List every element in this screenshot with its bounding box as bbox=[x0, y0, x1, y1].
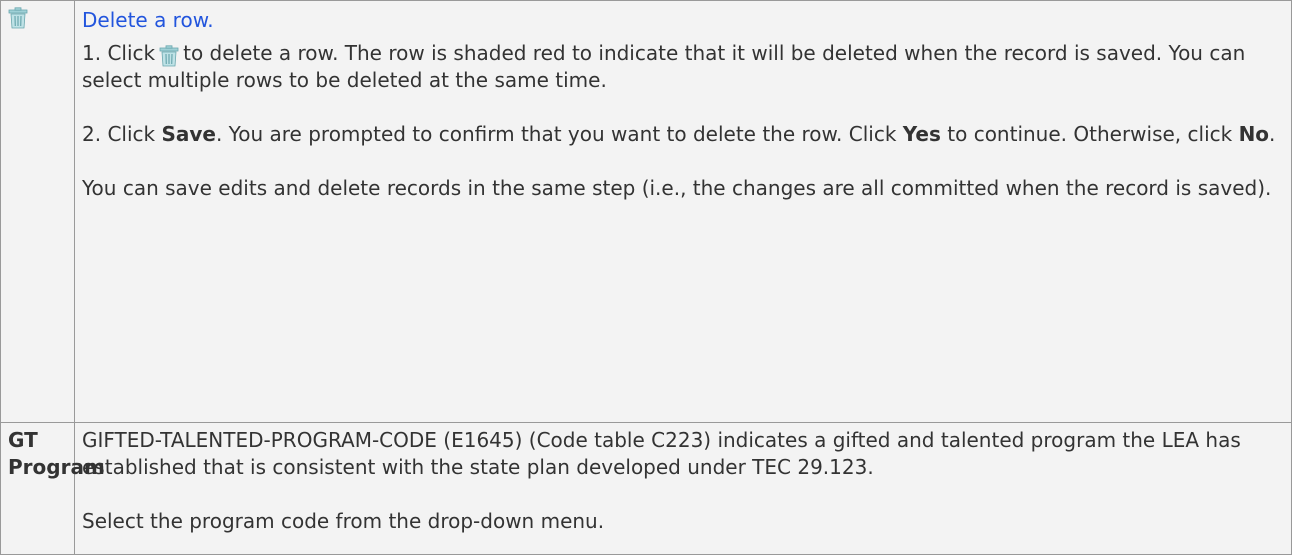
step-1-after: to delete a row. The row is shaded red t… bbox=[82, 41, 1246, 92]
gt-program-note: Select the program code from the drop-do… bbox=[82, 509, 605, 533]
table-row: GT Program GIFTED-TALENTED-PROGRAM-CODE … bbox=[0, 422, 1292, 555]
description-cell: Delete a row. 1. Click to delete a row. … bbox=[74, 0, 1292, 423]
trash-icon bbox=[8, 6, 28, 29]
yes-label: Yes bbox=[902, 122, 941, 146]
delete-note: You can save edits and delete records in… bbox=[82, 176, 1272, 200]
no-label: No bbox=[1238, 122, 1270, 146]
delete-row-link[interactable]: Delete a row. bbox=[82, 7, 214, 34]
field-cell bbox=[0, 0, 75, 423]
gt-program-description: GIFTED-TALENTED-PROGRAM-CODE (E1645) (Co… bbox=[82, 428, 1241, 479]
step-2-text: 2. Click Save. You are prompted to confi… bbox=[82, 122, 1276, 146]
field-cell: GT Program bbox=[0, 422, 105, 555]
field-description-table: Delete a row. 1. Click to delete a row. … bbox=[0, 0, 1292, 555]
save-label: Save bbox=[161, 122, 216, 146]
step-1-text: 1. Click to delete a row. The row is sha… bbox=[82, 40, 1291, 94]
step-1-before: 1. Click bbox=[82, 41, 156, 65]
table-row: Delete a row. 1. Click to delete a row. … bbox=[0, 0, 1292, 423]
description-cell: GIFTED-TALENTED-PROGRAM-CODE (E1645) (Co… bbox=[74, 422, 1292, 555]
trash-icon bbox=[159, 44, 179, 67]
